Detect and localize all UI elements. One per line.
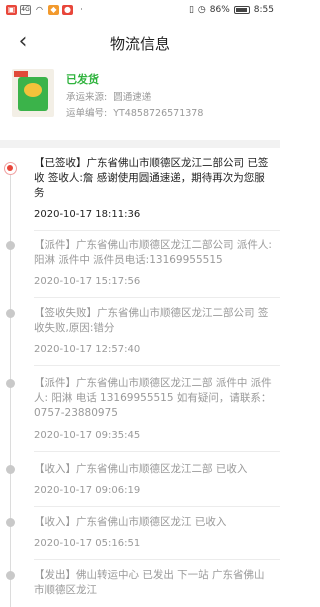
timeline-dot xyxy=(6,518,15,527)
timeline-dot xyxy=(6,309,15,318)
timeline-dot-active xyxy=(4,162,17,175)
carrier-value: 圆通速递 xyxy=(113,92,152,103)
timeline-divider xyxy=(34,230,280,231)
timeline-divider xyxy=(34,451,280,452)
timeline-dot xyxy=(6,465,15,474)
carrier-label: 承运来源: xyxy=(66,92,108,103)
app-icon: ◆ xyxy=(48,5,59,15)
tracking-label: 运单编号: xyxy=(66,108,108,119)
vibrate-icon: ▯ xyxy=(188,5,194,15)
timeline-time: 2020-10-17 09:06:19 xyxy=(34,485,141,496)
timeline-time: 2020-10-17 15:17:56 xyxy=(34,276,141,287)
timeline-divider xyxy=(34,365,280,366)
page-title: 物流信息 xyxy=(109,35,170,53)
status-icons: ▣ 4G ◠ ◆ ● · xyxy=(6,5,87,15)
timeline-time: 2020-10-17 12:57:40 xyxy=(34,344,141,355)
shipping-status: 已发货 xyxy=(66,73,99,86)
timeline-desc: 【已签收】广东省佛山市顺德区龙江二部公司 已签收 签收人:詹 感谢使用圆通速递，… xyxy=(34,157,269,199)
status-bar: ▣ 4G ◠ ◆ ● · ▯ ◷ 86% 8:55 xyxy=(0,0,280,22)
timeline-dot xyxy=(6,571,15,580)
carrier-row: 承运来源: 圆通速递 xyxy=(66,89,151,103)
tracking-timeline: 【已签收】广东省佛山市顺德区龙江二部公司 已签收 签收人:詹 感谢使用圆通速递，… xyxy=(0,148,280,607)
timeline-dot xyxy=(6,241,15,250)
section-divider xyxy=(0,140,280,148)
app-icon-2: ● xyxy=(62,5,73,15)
clock: 8:55 xyxy=(253,5,274,15)
header: ‹ 物流信息 xyxy=(0,22,280,64)
timeline-divider xyxy=(34,297,280,298)
timeline-divider xyxy=(34,506,280,507)
timeline-divider xyxy=(34,559,280,560)
package-info: 已发货 承运来源: 圆通速递 运单编号: YT4858726571378 xyxy=(0,64,280,140)
notification-icon: ▣ xyxy=(6,5,17,15)
timeline-desc: 【收入】广东省佛山市顺德区龙江二部 已收入 xyxy=(34,463,248,475)
battery-percent: 86% xyxy=(209,5,230,15)
timeline-desc: 【签收失败】广东省佛山市顺德区龙江二部公司 签收失败,原因:错分 xyxy=(34,307,269,334)
battery-icon xyxy=(233,6,250,14)
timeline-time: 2020-10-17 05:16:51 xyxy=(34,538,141,549)
wifi-icon: ◠ xyxy=(36,5,43,14)
status-right: ▯ ◷ 86% 8:55 xyxy=(189,5,274,15)
timeline-time: 2020-10-17 18:11:36 xyxy=(34,209,141,220)
timeline-dot xyxy=(6,379,15,388)
timeline-desc: 【派件】广东省佛山市顺德区龙江二部公司 派件人:阳淋 派件中 派件员电话:131… xyxy=(34,239,272,266)
timeline-desc: 【派件】广东省佛山市顺德区龙江二部 派件中 派件人: 阳淋 电话 1316995… xyxy=(34,377,272,419)
more-icon: · xyxy=(80,5,83,14)
signal-icon: 4G xyxy=(20,5,31,15)
product-thumbnail[interactable] xyxy=(12,69,54,117)
timeline-time: 2020-10-17 09:35:45 xyxy=(34,430,141,441)
timeline-desc: 【收入】广东省佛山市顺德区龙江 已收入 xyxy=(34,516,227,528)
timeline-desc: 【发出】佛山转运中心 已发出 下一站 广东省佛山市顺德区龙江 xyxy=(34,569,265,596)
tracking-row: 运单编号: YT4858726571378 xyxy=(66,105,203,119)
alarm-icon: ◷ xyxy=(197,5,206,15)
tracking-number[interactable]: YT4858726571378 xyxy=(113,108,203,119)
